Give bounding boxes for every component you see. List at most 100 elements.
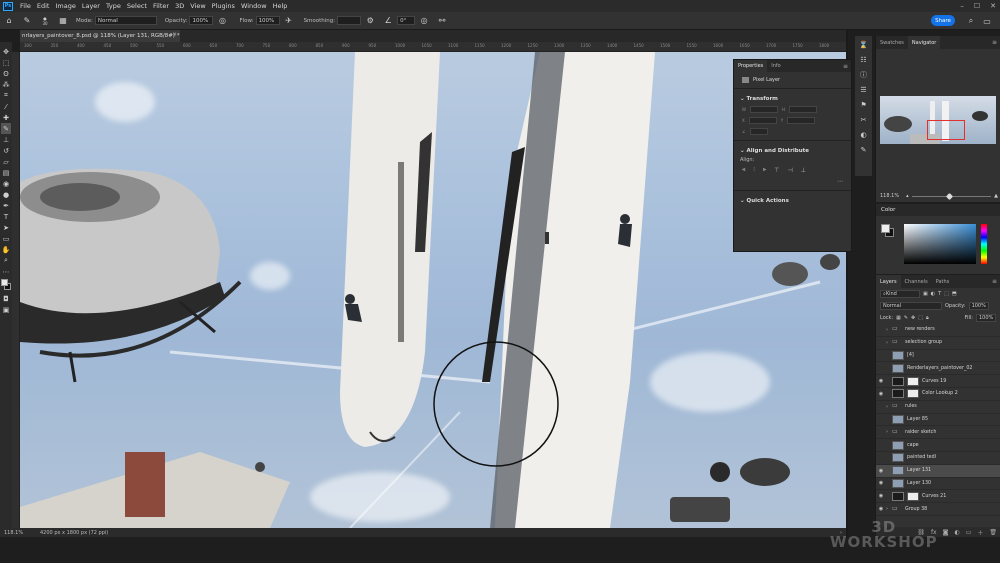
visibility-eye-icon[interactable]: ◉ xyxy=(876,468,886,474)
pressure-size-icon[interactable]: ◎ xyxy=(418,15,430,27)
layer-row[interactable]: ◉ › ▭ Group 38 xyxy=(876,503,1000,516)
layer-row[interactable]: › ▭ new renders xyxy=(876,324,1000,337)
height-field[interactable] xyxy=(788,106,817,113)
visibility-eye-icon[interactable]: ◉ xyxy=(876,493,886,499)
visibility-eye-icon[interactable]: ◉ xyxy=(876,391,886,397)
align-top-icon[interactable]: ⊤ xyxy=(774,167,779,174)
zoom-readout[interactable]: 118.1% xyxy=(4,530,34,536)
layer-mask-thumbnail[interactable] xyxy=(907,376,919,386)
eyedropper-tool-icon[interactable]: ⁄ xyxy=(1,101,11,112)
brush-settings-icon[interactable]: ▦ xyxy=(57,15,69,27)
navigator-zoom-readout[interactable]: 118.1% xyxy=(880,193,899,199)
rotate-field[interactable] xyxy=(749,128,768,135)
layer-row[interactable]: › ▭ rules xyxy=(876,401,1000,414)
layers-menu-icon[interactable]: ≡ xyxy=(992,278,997,285)
move-tool-icon[interactable]: ✥ xyxy=(1,46,11,57)
layer-row[interactable]: ◉ Curves 21 xyxy=(876,490,1000,504)
tab-channels[interactable]: Channels xyxy=(901,275,932,288)
mode-select[interactable]: Normal xyxy=(94,16,157,25)
tab-info[interactable]: Info xyxy=(767,63,784,69)
delete-layer-icon[interactable]: 🗑︎ xyxy=(989,529,997,536)
brush-settings-panel-icon[interactable]: ◐ xyxy=(859,130,869,140)
gradient-tool-icon[interactable]: ▤ xyxy=(1,167,11,178)
brush-tool-icon[interactable]: ✎ xyxy=(1,123,11,134)
lock-paint-icon[interactable]: ✎ xyxy=(904,315,908,321)
align-left-icon[interactable]: ⫷ xyxy=(742,166,745,174)
layer-row[interactable]: painted tedl xyxy=(876,452,1000,465)
symmetry-icon[interactable]: ⚯ xyxy=(436,15,448,27)
align-bottom-icon[interactable]: ⊥ xyxy=(801,167,806,174)
align-center-icon[interactable]: ⫶ xyxy=(753,166,755,174)
crop-tool-icon[interactable]: ⌗ xyxy=(1,90,11,101)
smoothing-field[interactable] xyxy=(337,16,362,25)
search-icon[interactable]: ⌕ xyxy=(965,15,977,27)
menu-layer[interactable]: Layer xyxy=(79,2,103,10)
menu-plugins[interactable]: Plugins xyxy=(209,2,238,10)
hue-slider[interactable] xyxy=(981,224,987,264)
blur-tool-icon[interactable]: ◉ xyxy=(1,178,11,189)
type-tool-icon[interactable]: T xyxy=(1,211,11,222)
menu-3d[interactable]: 3D xyxy=(172,2,187,10)
workspace-icon[interactable]: ▭ xyxy=(981,15,993,27)
zoom-tool-icon[interactable]: ⌕ xyxy=(1,255,11,266)
add-mask-icon[interactable]: ◙ xyxy=(943,529,949,536)
align-right-icon[interactable]: ⫸ xyxy=(763,166,766,174)
navigator-zoom-slider[interactable] xyxy=(911,192,992,200)
color-swatches[interactable] xyxy=(0,279,12,293)
shape-tool-icon[interactable]: ▭ xyxy=(1,233,11,244)
layer-mask-thumbnail[interactable] xyxy=(907,491,919,501)
filter-shape-icon[interactable]: ⬚ xyxy=(944,291,949,297)
lock-all-icon[interactable]: 🔒︎ xyxy=(926,315,929,321)
lock-artboard-icon[interactable]: ⬚ xyxy=(918,315,923,321)
layer-row[interactable]: › ▭ selection group xyxy=(876,337,1000,350)
layer-row[interactable]: Renderlayers_paintover_02 xyxy=(876,362,1000,376)
history-icon[interactable]: ⌛ xyxy=(859,40,869,50)
lock-pixels-icon[interactable]: ▦ xyxy=(896,315,901,321)
menu-type[interactable]: Type xyxy=(103,2,124,10)
home-icon[interactable]: ⌂ xyxy=(3,15,15,27)
layer-row[interactable]: ◉ Layer 131 xyxy=(876,464,1000,478)
layer-filter-kind[interactable]: ⌕ Kind xyxy=(880,290,920,298)
layer-row[interactable]: ◉ Curves 19 xyxy=(876,375,1000,388)
new-adjustment-icon[interactable]: ◐ xyxy=(954,529,959,536)
hand-tool-icon[interactable]: ✋ xyxy=(1,244,11,255)
opacity-field[interactable]: 100% xyxy=(189,16,214,25)
menu-help[interactable]: Help xyxy=(270,2,291,10)
layer-row[interactable]: cape xyxy=(876,439,1000,452)
document-info[interactable]: 4200 px x 1800 px (72 ppi) xyxy=(40,530,108,536)
healing-tool-icon[interactable]: ✚ xyxy=(1,112,11,123)
x-field[interactable] xyxy=(748,117,777,124)
blend-mode-select[interactable]: Normal xyxy=(880,302,942,310)
info-icon[interactable]: ⓘ xyxy=(859,70,869,80)
new-group-icon[interactable]: ▭ xyxy=(966,529,972,536)
navigator-menu-icon[interactable]: ≡ xyxy=(992,39,997,46)
path-select-tool-icon[interactable]: ➤ xyxy=(1,222,11,233)
properties-icon[interactable]: ☰ xyxy=(859,85,869,95)
eraser-tool-icon[interactable]: ▱ xyxy=(1,156,11,167)
color-panel-title[interactable]: Color xyxy=(876,204,1000,216)
visibility-eye-icon[interactable]: ◉ xyxy=(876,506,886,512)
layer-row[interactable]: › ▭ raider sketch xyxy=(876,426,1000,440)
menu-select[interactable]: Select xyxy=(124,2,150,10)
dodge-tool-icon[interactable]: ● xyxy=(1,189,11,200)
close-icon[interactable]: ✕ xyxy=(990,2,996,10)
filter-smart-icon[interactable]: ⬒ xyxy=(952,291,957,297)
width-field[interactable] xyxy=(749,106,778,113)
flow-field[interactable]: 100% xyxy=(255,16,280,25)
layer-mask-thumbnail[interactable] xyxy=(907,389,919,399)
zoom-in-icon[interactable]: ▲ xyxy=(994,193,998,199)
brush-preset-icon[interactable]: ✎ xyxy=(21,15,33,27)
quick-mask-icon[interactable]: ◘ xyxy=(1,293,11,304)
tab-paths[interactable]: Paths xyxy=(932,275,954,288)
menu-edit[interactable]: Edit xyxy=(34,2,53,10)
lock-move-icon[interactable]: ✥ xyxy=(911,315,915,321)
layer-row[interactable]: ◉ Layer 130 xyxy=(876,478,1000,491)
pen-tool-icon[interactable]: ✒ xyxy=(1,200,11,211)
menu-filter[interactable]: Filter xyxy=(150,2,172,10)
layer-row[interactable]: Layer 85 xyxy=(876,414,1000,427)
tab-navigator[interactable]: Navigator xyxy=(907,36,941,49)
pressure-opacity-icon[interactable]: ◎ xyxy=(216,15,228,27)
history-brush-tool-icon[interactable]: ↺ xyxy=(1,145,11,156)
layer-opacity-field[interactable]: 100% xyxy=(968,302,989,310)
minimize-icon[interactable]: – xyxy=(960,2,964,10)
